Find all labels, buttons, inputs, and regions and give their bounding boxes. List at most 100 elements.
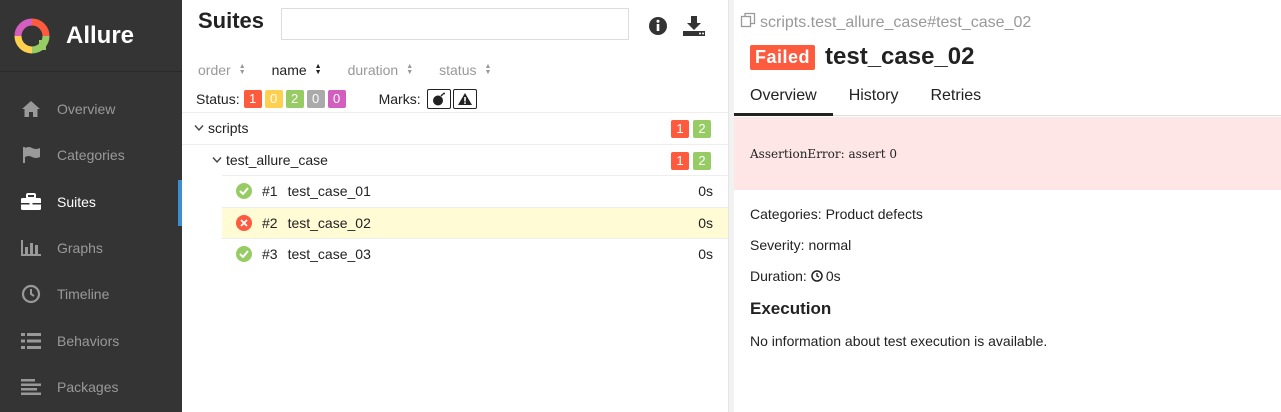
- test-name: test_case_01: [287, 183, 371, 200]
- sidebar-item-behaviors[interactable]: Behaviors: [0, 317, 182, 363]
- severity-row: Severity: normal: [750, 237, 851, 253]
- list-icon: [19, 331, 43, 351]
- test-row[interactable]: #3 test_case_03 0s: [222, 238, 728, 270]
- duration-label: Duration:: [750, 268, 807, 284]
- sidebar-item-timeline[interactable]: Timeline: [0, 271, 182, 317]
- info-icon[interactable]: [646, 14, 670, 38]
- flaky-mark-button[interactable]: [426, 89, 451, 109]
- severity-value: normal: [808, 237, 852, 253]
- sidebar-item-label: Graphs: [57, 240, 103, 257]
- categories-label: Categories:: [750, 206, 822, 222]
- categories-value: Product defects: [825, 206, 923, 222]
- align-left-icon: [19, 377, 43, 397]
- sidebar-item-label: Overview: [57, 101, 116, 118]
- sidebar-item-suites[interactable]: Suites: [0, 179, 182, 225]
- failed-count: 1: [671, 120, 689, 138]
- test-number: #3: [262, 246, 278, 263]
- status-filter-failed[interactable]: 1: [243, 90, 262, 108]
- passed-check-icon: [236, 183, 252, 200]
- sidebar-item-label: Behaviors: [57, 332, 120, 349]
- sort-arrows-icon: ▲ ▼: [314, 63, 322, 76]
- suites-header: Suites: [182, 0, 728, 56]
- sort-label: duration: [347, 62, 399, 78]
- sidebar-item-categories[interactable]: Categories: [0, 132, 182, 178]
- briefcase-icon: [19, 192, 43, 212]
- test-title-row: Failed test_case_02: [750, 43, 974, 71]
- status-filter-passed[interactable]: 2: [285, 90, 304, 108]
- group-name: scripts: [208, 120, 249, 137]
- status-filter-broken[interactable]: 0: [264, 90, 283, 108]
- sort-duration[interactable]: duration ▲ ▼: [348, 62, 414, 78]
- subgroup-name: test_allure_case: [226, 151, 328, 168]
- test-number: #1: [262, 183, 278, 200]
- execution-heading: Execution: [750, 299, 832, 318]
- suites-tree: scripts 1 2 test_allure_case 1 2 #1 test…: [182, 112, 728, 270]
- flag-icon: [19, 145, 43, 165]
- test-duration: 0s: [698, 214, 713, 231]
- sidebar-item-overview[interactable]: Overview: [0, 86, 182, 132]
- test-name: test_case_03: [287, 246, 371, 263]
- passed-count: 2: [693, 151, 711, 170]
- brand-name: Allure: [66, 21, 135, 49]
- sidebar: Allure Overview Categories Suites Graphs: [0, 0, 182, 412]
- severity-label: Severity:: [750, 237, 805, 253]
- duration-value: 0s: [825, 268, 841, 284]
- tab-history[interactable]: History: [833, 80, 915, 116]
- sidebar-nav: Overview Categories Suites Graphs Timeli…: [0, 86, 182, 410]
- subgroup-counts: 1 2: [669, 151, 713, 170]
- clock-icon: [19, 284, 43, 304]
- breadcrumb: scripts.test_allure_case#test_case_02: [740, 12, 1031, 33]
- test-duration: 0s: [698, 246, 713, 263]
- status-filter-unknown[interactable]: 0: [327, 90, 346, 108]
- test-row[interactable]: #1 test_case_01 0s: [222, 175, 728, 207]
- bar-chart-icon: [19, 238, 43, 258]
- tab-overview[interactable]: Overview: [734, 80, 833, 116]
- search-input[interactable]: [281, 8, 629, 40]
- test-duration: 0s: [698, 183, 713, 200]
- status-label: Status:: [196, 91, 240, 107]
- tree-group-row[interactable]: scripts 1 2: [182, 112, 728, 144]
- group-counts: 1 2: [669, 120, 713, 138]
- copy-icon[interactable]: [740, 12, 756, 33]
- home-icon: [19, 99, 43, 119]
- sidebar-item-label: Timeline: [57, 286, 110, 303]
- sidebar-item-graphs[interactable]: Graphs: [0, 225, 182, 271]
- sort-arrows-icon: ▲ ▼: [406, 63, 414, 76]
- breadcrumb-text: scripts.test_allure_case#test_case_02: [760, 13, 1032, 31]
- sort-arrows-icon: ▲ ▼: [484, 63, 492, 76]
- detail-tabs: Overview History Retries: [734, 80, 1281, 116]
- error-message[interactable]: AssertionError: assert 0: [734, 117, 1281, 190]
- test-row-selected[interactable]: #2 test_case_02 0s: [222, 206, 728, 238]
- tab-retries[interactable]: Retries: [914, 80, 997, 116]
- sort-bar: order ▲ ▼ name ▲ ▼ duration ▲ ▼ status ▲ ▼: [198, 62, 517, 78]
- test-name: test_case_02: [287, 214, 371, 231]
- sort-arrows-icon: ▲ ▼: [238, 63, 246, 76]
- sidebar-item-label: Packages: [57, 378, 119, 395]
- sort-name[interactable]: name ▲ ▼: [272, 62, 322, 78]
- test-detail-pane: scripts.test_allure_case#test_case_02 Fa…: [734, 0, 1281, 412]
- sort-label: order: [198, 62, 231, 78]
- sort-status[interactable]: status ▲ ▼: [439, 62, 491, 78]
- test-title: test_case_02: [825, 43, 975, 70]
- sort-order[interactable]: order ▲ ▼: [198, 62, 246, 78]
- new-failed-mark-button[interactable]: [452, 89, 477, 109]
- download-icon[interactable]: [682, 14, 706, 38]
- allure-logo-icon: [14, 18, 50, 53]
- sort-label: name: [271, 62, 307, 78]
- warning-icon: [457, 93, 472, 105]
- duration-row: Duration: 0s: [750, 268, 841, 284]
- status-filter-skipped[interactable]: 0: [306, 90, 325, 108]
- suites-pane: Suites order ▲ ▼ name ▲ ▼ duration ▲ ▼ status ▲…: [182, 0, 728, 412]
- sidebar-item-label: Categories: [57, 147, 125, 164]
- passed-count: 2: [693, 120, 711, 138]
- failed-count: 1: [671, 151, 689, 170]
- tree-subgroup-row[interactable]: test_allure_case 1 2: [182, 143, 728, 176]
- page-title: Suites: [198, 8, 265, 33]
- brand[interactable]: Allure: [0, 0, 182, 72]
- test-number: #2: [262, 214, 278, 231]
- status-badge: Failed: [750, 44, 816, 70]
- sidebar-item-packages[interactable]: Packages: [0, 364, 182, 410]
- sort-label: status: [439, 62, 477, 78]
- failed-x-icon: [236, 214, 252, 231]
- clock-icon: [811, 270, 823, 282]
